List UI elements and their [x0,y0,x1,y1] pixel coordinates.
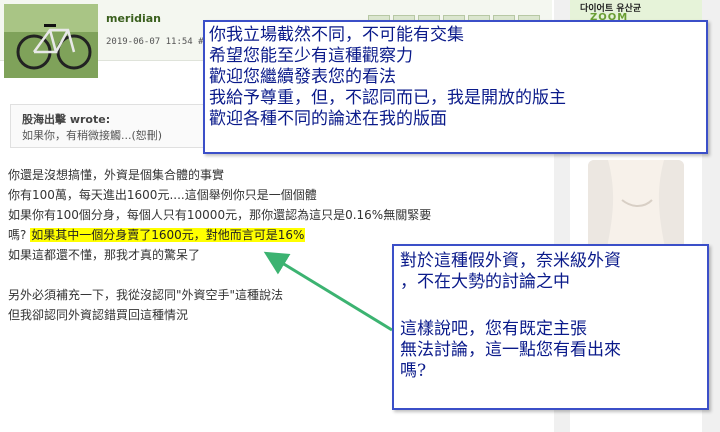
body-line: 你有100萬，每天進出1600元....這個舉例你只是一個個體 [8,188,317,202]
callout-line: 我給予尊重，但，不認同而已，我是開放的版主 [209,88,566,108]
body-line-wrap: 嗎? 如果其中一個分身賣了1600元，對他而言可是16% [8,226,306,243]
ad-image[interactable] [588,160,684,252]
callout-line: 對於這種假外資，奈米級外資 [400,251,621,271]
quote-author: 股海出擊 wrote: [22,113,111,126]
body-line: 但我卻認同外資認錯買回這種情況 [8,308,189,322]
quote-text[interactable]: 如果你，有稍微接觸...(恕刪) [22,127,162,143]
ad-header: 다이어트 유산균 ZOOM [570,0,702,23]
callout-line: 希望您能至少有這種觀察力 [209,46,413,66]
callout-line: 歡迎各種不同的論述在我的版面 [209,109,447,129]
callout-line: 歡迎您繼續發表您的看法 [209,67,396,87]
highlighted-text: 如果其中一個分身賣了1600元，對他而言可是16% [30,228,306,242]
body-line: 你還是沒想搞懂，外資是個集合體的事實 [8,168,225,182]
post-date: 2019-06-07 11:54 #6 [106,37,209,47]
body-silhouette-image [588,160,684,252]
body-line: 如果這都還不懂，那我才真的驚呆了 [8,248,201,262]
body-line: 如果你有100個分身，每個人只有10000元，那你還認為這只是0.16%無關緊要 [8,208,432,222]
callout-top: 你我立場截然不同，不可能有交集 希望您能至少有這種觀察力 歡迎您繼續發表您的看法… [203,20,708,154]
callout-bottom: 對於這種假外資，奈米級外資 ，不在大勢的討論之中 這樣說吧，您有既定主張 無法討… [392,244,709,410]
avatar[interactable] [4,4,98,78]
callout-line: 你我立場截然不同，不可能有交集 [209,25,464,45]
callout-line: ，不在大勢的討論之中 [400,272,570,292]
post-author[interactable]: meridian [106,12,161,25]
callout-line: 無法討論，這一點您有看出來 [400,340,621,360]
bicycle-photo [4,4,98,78]
body-line: 另外必須補充一下，我從沒認同"外資空手"這種說法 [8,288,284,302]
callout-line: 這樣說吧，您有既定主張 [400,319,587,339]
body-text: 嗎? [8,228,27,242]
callout-line: 嗎? [400,361,427,381]
